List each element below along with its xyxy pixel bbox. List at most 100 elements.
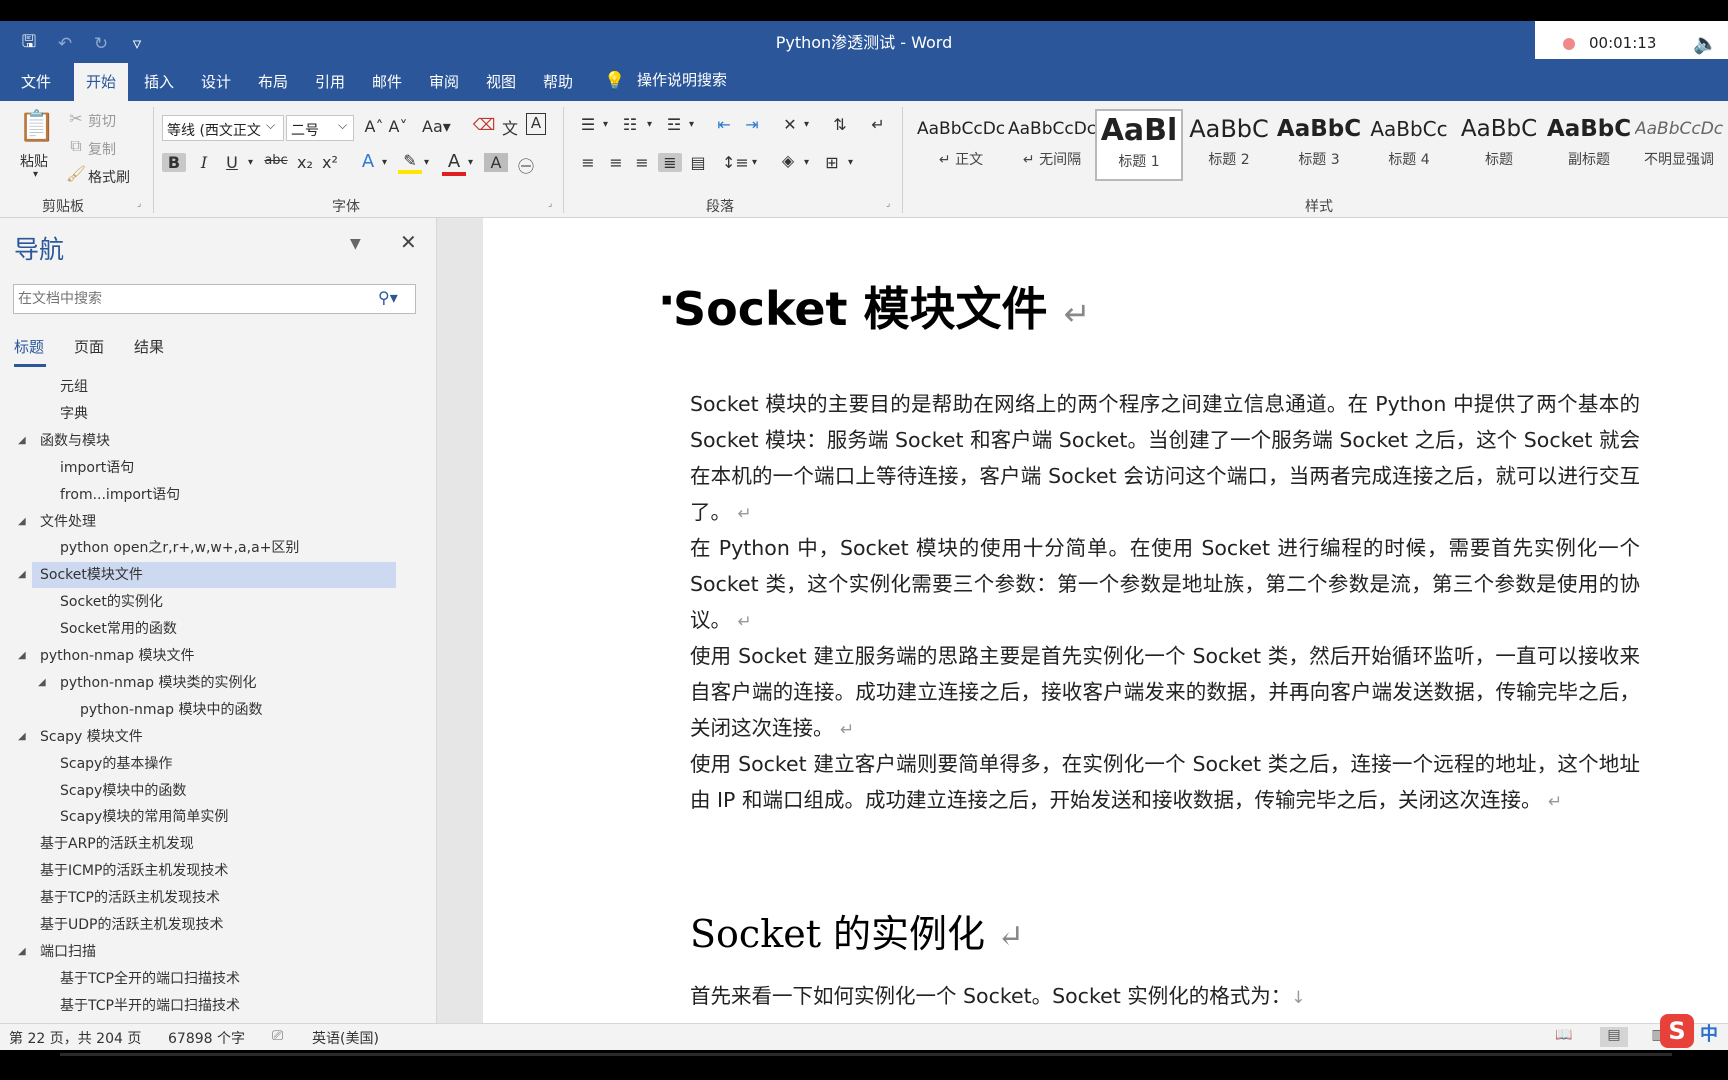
style-subtitle[interactable]: AaBbC 副标题 (1545, 109, 1633, 181)
ime-indicator[interactable]: S 中 (1660, 1014, 1728, 1050)
tell-me-search[interactable]: 操作说明搜索 (637, 69, 727, 90)
font-color-dropdown-icon[interactable]: ▾ (468, 157, 473, 168)
nav-heading-item[interactable]: 基于TCP半开的端口扫描技术 (0, 993, 420, 1019)
heading-2[interactable]: Socket 的实例化 ↵ (690, 903, 1024, 958)
expand-collapse-icon[interactable]: ◢ (18, 939, 26, 965)
nav-tab-headings[interactable]: 标题 (14, 336, 44, 357)
character-shading-icon[interactable]: A (484, 153, 508, 172)
tab-help[interactable]: 帮助 (543, 67, 573, 96)
nav-heading-item[interactable]: ◢ python-nmap 模块文件 (0, 643, 420, 669)
clear-formatting-icon[interactable]: ⌫ (472, 115, 496, 134)
paragraph[interactable]: 使用 Socket 建立客户端则要简单得多，在实例化一个 Socket 类之后，… (690, 746, 1640, 820)
paste-dropdown-icon[interactable]: ▾ (33, 169, 38, 180)
copy-button[interactable]: 复制 (88, 139, 116, 159)
format-painter-button[interactable]: 格式刷 (88, 167, 130, 187)
tab-insert[interactable]: 插入 (144, 67, 174, 96)
nav-heading-item[interactable]: 基于TCP全开的端口扫描技术 (0, 966, 420, 992)
nav-heading-item[interactable]: python open之r,r+,w,w+,a,a+区别 (0, 535, 420, 561)
nav-heading-item[interactable]: python-nmap 模块中的函数 (0, 697, 420, 723)
bullets-dropdown-icon[interactable]: ▾ (603, 119, 608, 130)
nav-tab-pages[interactable]: 页面 (74, 336, 104, 357)
tab-file[interactable]: 文件 (21, 67, 51, 96)
nav-heading-item[interactable]: 基于ICMP的活跃主机发现技术 (0, 858, 420, 884)
speaker-icon[interactable]: 🔈 (1693, 31, 1718, 55)
tab-references[interactable]: 引用 (315, 67, 345, 96)
nav-heading-item[interactable]: 元组 (0, 374, 420, 400)
word-count[interactable]: 67898 个字 (168, 1028, 245, 1048)
tab-review[interactable]: 审阅 (429, 67, 459, 96)
nav-heading-item[interactable]: ◢ 文件处理 (0, 509, 420, 535)
line-spacing-dropdown-icon[interactable]: ▾ (752, 157, 757, 168)
font-size-dropdown-icon[interactable]: ⌵ (338, 118, 347, 133)
close-icon[interactable]: ✕ (400, 230, 417, 254)
font-name-dropdown-icon[interactable]: ⌵ (266, 118, 275, 133)
nav-heading-item[interactable]: Scapy模块中的函数 (0, 778, 420, 804)
shading-dropdown-icon[interactable]: ▾ (804, 157, 809, 168)
borders-dropdown-icon[interactable]: ▾ (848, 157, 853, 168)
nav-heading-item[interactable]: 基于TCP的活跃主机发现技术 (0, 885, 420, 911)
expand-collapse-icon[interactable]: ◢ (38, 670, 46, 696)
paragraph[interactable]: Socket 模块的主要目的是帮助在网络上的两个程序之间建立信息通道。在 Pyt… (690, 386, 1640, 532)
align-right-icon[interactable]: ≡ (630, 153, 654, 172)
font-launcher-icon[interactable]: ⌟ (548, 199, 552, 209)
text-effects-icon[interactable]: A (356, 151, 380, 172)
page-count[interactable]: 第 22 页，共 204 页 (9, 1028, 141, 1048)
nav-heading-item[interactable]: Socket常用的函数 (0, 616, 420, 642)
nav-heading-item[interactable]: 基于UDP的活跃主机发现技术 (0, 912, 420, 938)
paste-button[interactable]: 粘贴 (20, 151, 48, 171)
nav-heading-item[interactable]: 字典 (0, 401, 420, 427)
nav-heading-item[interactable]: ◢ Socket模块文件 (18, 562, 396, 589)
shading-icon[interactable]: ◈ (776, 151, 800, 170)
copy-icon[interactable]: ⧉ (64, 136, 88, 156)
expand-collapse-icon[interactable]: ◢ (18, 509, 26, 535)
cut-icon[interactable]: ✂ (64, 109, 88, 128)
tab-design[interactable]: 设计 (201, 67, 231, 96)
language[interactable]: 英语(美国) (312, 1028, 379, 1048)
record-dot-icon[interactable] (1563, 38, 1575, 50)
phonetic-guide-icon[interactable]: 文 (498, 115, 522, 139)
sort-icon[interactable]: ⇅ (828, 115, 852, 134)
multilevel-dropdown-icon[interactable]: ▾ (689, 119, 694, 130)
search-icon[interactable]: ⚲▾ (378, 288, 398, 307)
style-heading-3[interactable]: AaBbC 标题 3 (1275, 109, 1363, 181)
nav-heading-item[interactable]: Socket的实例化 (0, 589, 420, 615)
shrink-font-icon[interactable]: A˅ (386, 117, 410, 136)
nav-tab-results[interactable]: 结果 (134, 336, 164, 357)
character-border-icon[interactable]: A (526, 113, 546, 135)
expand-collapse-icon[interactable]: ◢ (18, 562, 26, 588)
multilevel-list-icon[interactable]: ☲ (662, 115, 686, 134)
paste-icon[interactable]: 📋 (18, 109, 55, 149)
underline-dropdown-icon[interactable]: ▾ (248, 157, 253, 168)
change-case-icon[interactable]: Aa▾ (422, 117, 451, 136)
style-heading-2[interactable]: AaBbC 标题 2 (1185, 109, 1273, 181)
align-left-icon[interactable]: ≡ (576, 153, 600, 172)
borders-icon[interactable]: ⊞ (820, 153, 844, 172)
line-spacing-icon[interactable]: ↕≡ (722, 153, 749, 172)
clipboard-launcher-icon[interactable]: ⌟ (137, 199, 141, 209)
strikethrough-icon[interactable]: abc (264, 153, 288, 168)
nav-search-input[interactable] (18, 289, 358, 309)
nav-heading-item[interactable]: Scapy模块的常用简单实例 (0, 804, 420, 830)
nav-heading-item[interactable]: ◢ 端口扫描 (0, 939, 420, 965)
format-painter-icon[interactable]: 🖌 (64, 164, 88, 183)
paragraph[interactable]: 在 Python 中，Socket 模块的使用十分简单。在使用 Socket 进… (690, 530, 1640, 640)
nav-heading-item[interactable]: import语句 (0, 455, 420, 481)
read-mode-icon[interactable]: 📖 (1550, 1027, 1578, 1047)
expand-collapse-icon[interactable]: ◢ (18, 428, 26, 454)
highlight-icon[interactable]: ✎ (398, 151, 422, 174)
decrease-indent-icon[interactable]: ⇤ (712, 115, 736, 134)
tab-mailings[interactable]: 邮件 (372, 67, 402, 96)
align-center-icon[interactable]: ≡ (604, 153, 628, 172)
nav-heading-item[interactable]: Scapy的基本操作 (0, 751, 420, 777)
grow-font-icon[interactable]: A˄ (362, 117, 386, 136)
highlight-dropdown-icon[interactable]: ▾ (424, 157, 429, 168)
font-color-icon[interactable]: A (442, 151, 466, 176)
increase-indent-icon[interactable]: ⇥ (740, 115, 764, 134)
italic-icon[interactable]: I (192, 153, 216, 172)
nav-heading-item[interactable]: ◢ 函数与模块 (0, 428, 420, 454)
nav-heading-item[interactable]: ◢ Scapy 模块文件 (0, 724, 420, 750)
bold-icon[interactable]: B (162, 153, 186, 172)
nav-heading-item[interactable]: ◢ python-nmap 模块类的实例化 (0, 670, 420, 696)
cut-button[interactable]: 剪切 (88, 111, 116, 131)
expand-collapse-icon[interactable]: ◢ (18, 724, 26, 750)
